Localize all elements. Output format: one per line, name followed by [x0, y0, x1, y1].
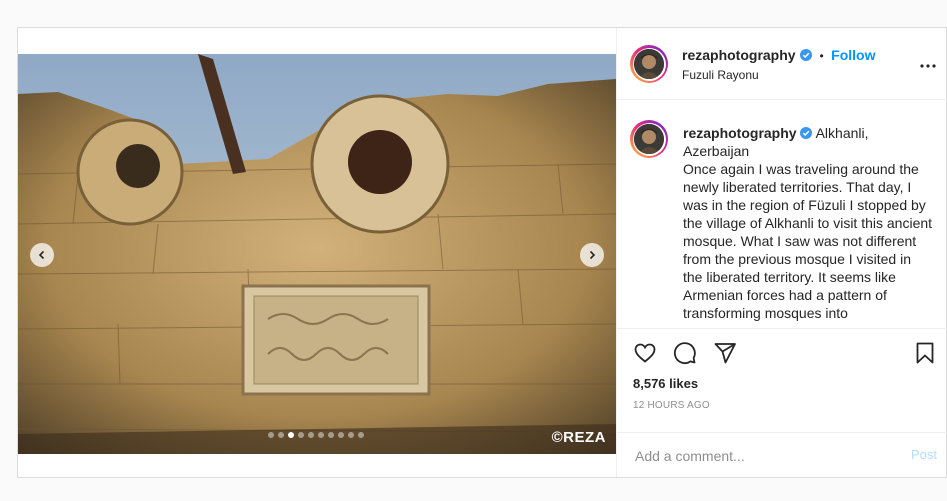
- carousel-dot-active: [288, 432, 294, 438]
- post-timestamp[interactable]: 12 HOURS AGO: [633, 400, 710, 411]
- carousel-dot: [358, 432, 364, 438]
- post-sidebar: rezaphotography • Follow Fuzuli Rayonu r…: [616, 28, 947, 477]
- previous-image-button[interactable]: [30, 243, 54, 267]
- separator-dot: •: [819, 49, 824, 63]
- verified-badge-icon: [800, 127, 813, 139]
- photo-watermark: ©REZA: [551, 429, 606, 446]
- comment-input[interactable]: [633, 444, 887, 468]
- carousel-dot: [348, 432, 354, 438]
- caption-author-avatar[interactable]: [630, 120, 668, 158]
- save-button[interactable]: [913, 341, 937, 370]
- like-button[interactable]: [633, 341, 657, 370]
- avatar-image: [634, 49, 664, 79]
- carousel-dot: [318, 432, 324, 438]
- post-location[interactable]: Fuzuli Rayonu: [682, 68, 759, 82]
- bookmark-icon: [916, 342, 934, 364]
- avatar-image: [634, 124, 664, 154]
- share-icon: [714, 343, 736, 364]
- chevron-right-icon: [589, 250, 596, 260]
- carousel-dot: [308, 432, 314, 438]
- next-image-button[interactable]: [580, 243, 604, 267]
- likes-count[interactable]: 8,576 likes: [633, 376, 698, 391]
- caption-body: Once again I was traveling around the ne…: [683, 161, 933, 321]
- comment-button[interactable]: [673, 341, 697, 370]
- carousel-dot: [328, 432, 334, 438]
- share-button[interactable]: [713, 341, 737, 370]
- verified-badge-icon: [800, 49, 813, 61]
- comment-icon: [674, 342, 696, 364]
- carousel-dot: [338, 432, 344, 438]
- action-bar: 8,576 likes 12 HOURS AGO: [617, 329, 947, 429]
- carousel-indicator: [268, 432, 364, 438]
- caption-username[interactable]: rezaphotography: [683, 125, 797, 141]
- more-options-button[interactable]: [920, 56, 936, 74]
- heart-icon: [634, 343, 656, 363]
- carousel-dot: [298, 432, 304, 438]
- caption-text-block: rezaphotography Alkhanli, Azerbaijan Onc…: [683, 124, 933, 322]
- carousel-dot: [268, 432, 274, 438]
- more-options-icon: [920, 64, 936, 68]
- comment-form: Post: [617, 432, 947, 478]
- post-comment-button[interactable]: Post: [911, 447, 937, 462]
- author-avatar[interactable]: [630, 45, 668, 83]
- chevron-left-icon: [38, 250, 45, 260]
- author-username[interactable]: rezaphotography: [682, 47, 796, 63]
- mosque-wall-photo: [18, 54, 616, 454]
- carousel-dot: [278, 432, 284, 438]
- follow-button[interactable]: Follow: [831, 47, 875, 63]
- post-header: rezaphotography • Follow Fuzuli Rayonu: [617, 28, 947, 100]
- post-image[interactable]: ©REZA: [18, 54, 616, 454]
- post-card: ©REZA rezaphotography • Follow Fuzuli Ra…: [17, 27, 947, 478]
- caption-section: rezaphotography Alkhanli, Azerbaijan Onc…: [617, 100, 947, 329]
